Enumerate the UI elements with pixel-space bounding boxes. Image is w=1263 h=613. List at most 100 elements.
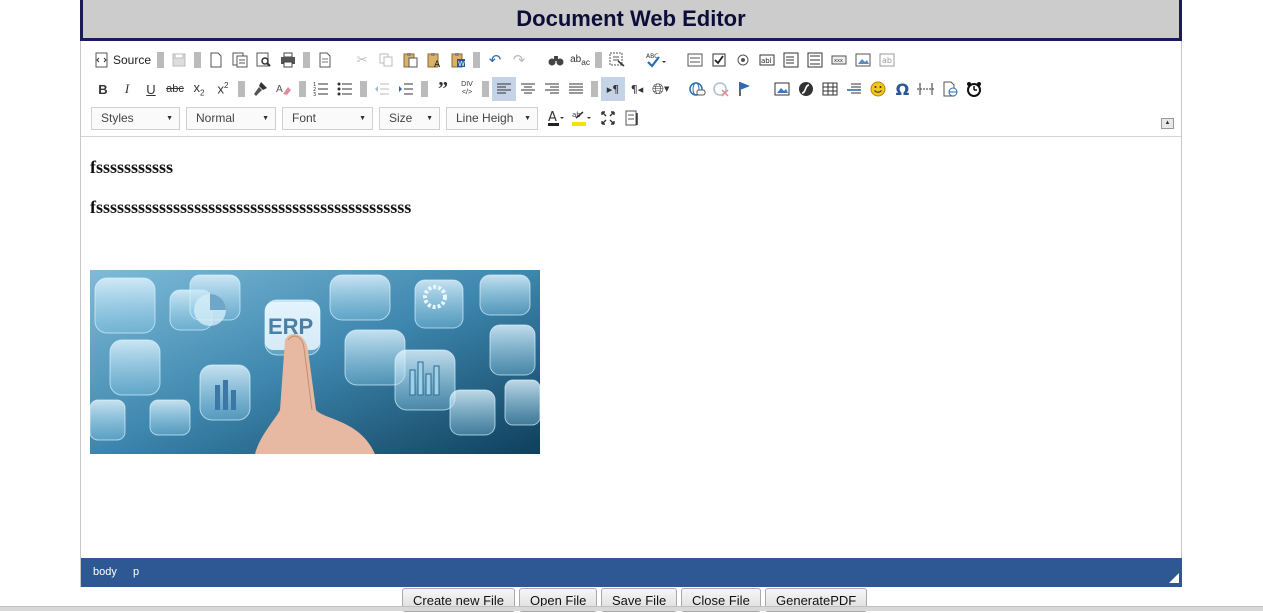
replace-button[interactable]: abac (568, 48, 592, 72)
image-button-button[interactable] (851, 48, 875, 72)
source-button[interactable]: Source (91, 48, 154, 72)
undo-button[interactable]: ↶ (483, 48, 507, 72)
bold-icon: B (98, 81, 108, 97)
collapse-toolbar-button[interactable]: ▲ (1161, 118, 1174, 129)
table-button[interactable] (818, 77, 842, 101)
resize-handle-icon[interactable] (1169, 573, 1179, 583)
form-button[interactable] (683, 48, 707, 72)
bulleted-list-button[interactable] (333, 77, 357, 101)
ltr-button[interactable]: ▸¶ (601, 77, 625, 101)
paragraph-1[interactable]: fsssssssssss (90, 157, 173, 178)
numbered-list-button[interactable]: 123 (309, 77, 333, 101)
align-center-icon (521, 83, 535, 94)
textarea-button[interactable] (779, 48, 803, 72)
line-height-dropdown[interactable]: Line Heigh ▼ (446, 106, 538, 130)
font-dropdown[interactable]: Font ▼ (282, 106, 373, 130)
svg-text:A: A (434, 60, 441, 68)
align-right-button[interactable] (540, 77, 564, 101)
print-button[interactable] (276, 48, 300, 72)
remove-format-button[interactable]: A (272, 77, 296, 101)
format-dropdown[interactable]: Normal ▼ (186, 106, 276, 130)
maximize-button[interactable] (596, 106, 620, 130)
button-button[interactable]: xxx (827, 48, 851, 72)
editor-content[interactable]: fsssssssssss fssssssssssssssssssssssssss… (81, 138, 1181, 558)
styles-dropdown[interactable]: Styles ▼ (91, 106, 180, 130)
anchor-button[interactable] (733, 77, 757, 101)
text-color-button[interactable]: A (544, 106, 568, 130)
checkbox-button[interactable] (707, 48, 731, 72)
textfield-button[interactable]: abl (755, 48, 779, 72)
toolbar-separator (595, 52, 603, 68)
anchor-icon (739, 82, 751, 96)
background-color-button[interactable]: ab (568, 106, 596, 130)
cut-button[interactable]: ✂ (350, 48, 374, 72)
new-page-button[interactable] (204, 48, 228, 72)
toolbar-row-2: B I U abc x2 x2 A 123 ” DIV </> ▸¶ ¶◂ 🌐︎… (91, 77, 986, 101)
show-blocks-button[interactable] (620, 106, 644, 130)
bulleted-list-icon (337, 82, 352, 96)
templates-button[interactable] (228, 48, 252, 72)
text-color-icon: A (548, 110, 564, 126)
ltr-icon: ▸¶ (606, 82, 620, 96)
strikethrough-button[interactable]: abc (163, 77, 187, 101)
paragraph-2[interactable]: fsssssssssssssssssssssssssssssssssssssss… (90, 197, 411, 218)
unlink-button[interactable] (709, 77, 733, 101)
div-button[interactable]: DIV </> (455, 77, 479, 101)
select-all-button[interactable] (605, 48, 629, 72)
button-icon: xxx (831, 55, 847, 65)
chevron-down-icon: ▼ (166, 114, 173, 122)
image-button[interactable] (770, 77, 794, 101)
find-button[interactable] (544, 48, 568, 72)
clock-button[interactable] (962, 77, 986, 101)
hidden-field-button[interactable]: ab (875, 48, 899, 72)
special-char-icon: Ω (895, 79, 910, 99)
textarea-icon (783, 52, 799, 68)
italic-button[interactable]: I (115, 77, 139, 101)
iframe-button[interactable] (938, 77, 962, 101)
justify-button[interactable] (564, 77, 588, 101)
bold-button[interactable]: B (91, 77, 115, 101)
outdent-button[interactable] (370, 77, 394, 101)
preview-button[interactable] (252, 48, 276, 72)
paste-button[interactable] (398, 48, 422, 72)
special-char-button[interactable]: Ω (890, 77, 914, 101)
underline-icon: U (146, 81, 156, 97)
copy-format-icon (254, 82, 267, 96)
breadcrumb-p[interactable]: p (133, 566, 139, 578)
erp-image[interactable]: ERP (90, 270, 540, 454)
align-center-button[interactable] (516, 77, 540, 101)
copy-button[interactable] (374, 48, 398, 72)
smiley-button[interactable] (866, 77, 890, 101)
copy-format-button[interactable] (248, 77, 272, 101)
redo-button[interactable]: ↷ (507, 48, 531, 72)
spellcheck-button[interactable]: ABC (642, 48, 670, 72)
language-button[interactable]: 🌐︎ ▼ (649, 77, 672, 101)
smiley-icon (870, 81, 886, 97)
horizontal-rule-button[interactable] (842, 77, 866, 101)
indent-button[interactable] (394, 77, 418, 101)
maximize-icon (601, 111, 615, 125)
save-button[interactable] (167, 48, 191, 72)
link-button[interactable] (685, 77, 709, 101)
flash-button[interactable] (794, 77, 818, 101)
svg-text:A: A (548, 110, 557, 125)
iframe-icon (943, 81, 958, 97)
document-button[interactable] (313, 48, 337, 72)
paste-text-button[interactable]: A (422, 48, 446, 72)
paste-word-button[interactable]: W (446, 48, 470, 72)
superscript-button[interactable]: x2 (211, 77, 235, 101)
align-left-button[interactable] (492, 77, 516, 101)
size-dropdown[interactable]: Size ▼ (379, 106, 440, 130)
blockquote-button[interactable]: ” (431, 77, 455, 101)
page-break-button[interactable] (914, 77, 938, 101)
underline-button[interactable]: U (139, 77, 163, 101)
radio-button[interactable] (731, 48, 755, 72)
subscript-button[interactable]: x2 (187, 77, 211, 101)
rtl-button[interactable]: ¶◂ (625, 77, 649, 101)
breadcrumb-body[interactable]: body (93, 566, 117, 578)
format-label: Normal (196, 111, 235, 125)
select-button[interactable] (803, 48, 827, 72)
hidden-field-icon: ab (879, 53, 895, 67)
replace-icon: abac (570, 53, 590, 67)
textfield-icon: abl (759, 54, 775, 66)
